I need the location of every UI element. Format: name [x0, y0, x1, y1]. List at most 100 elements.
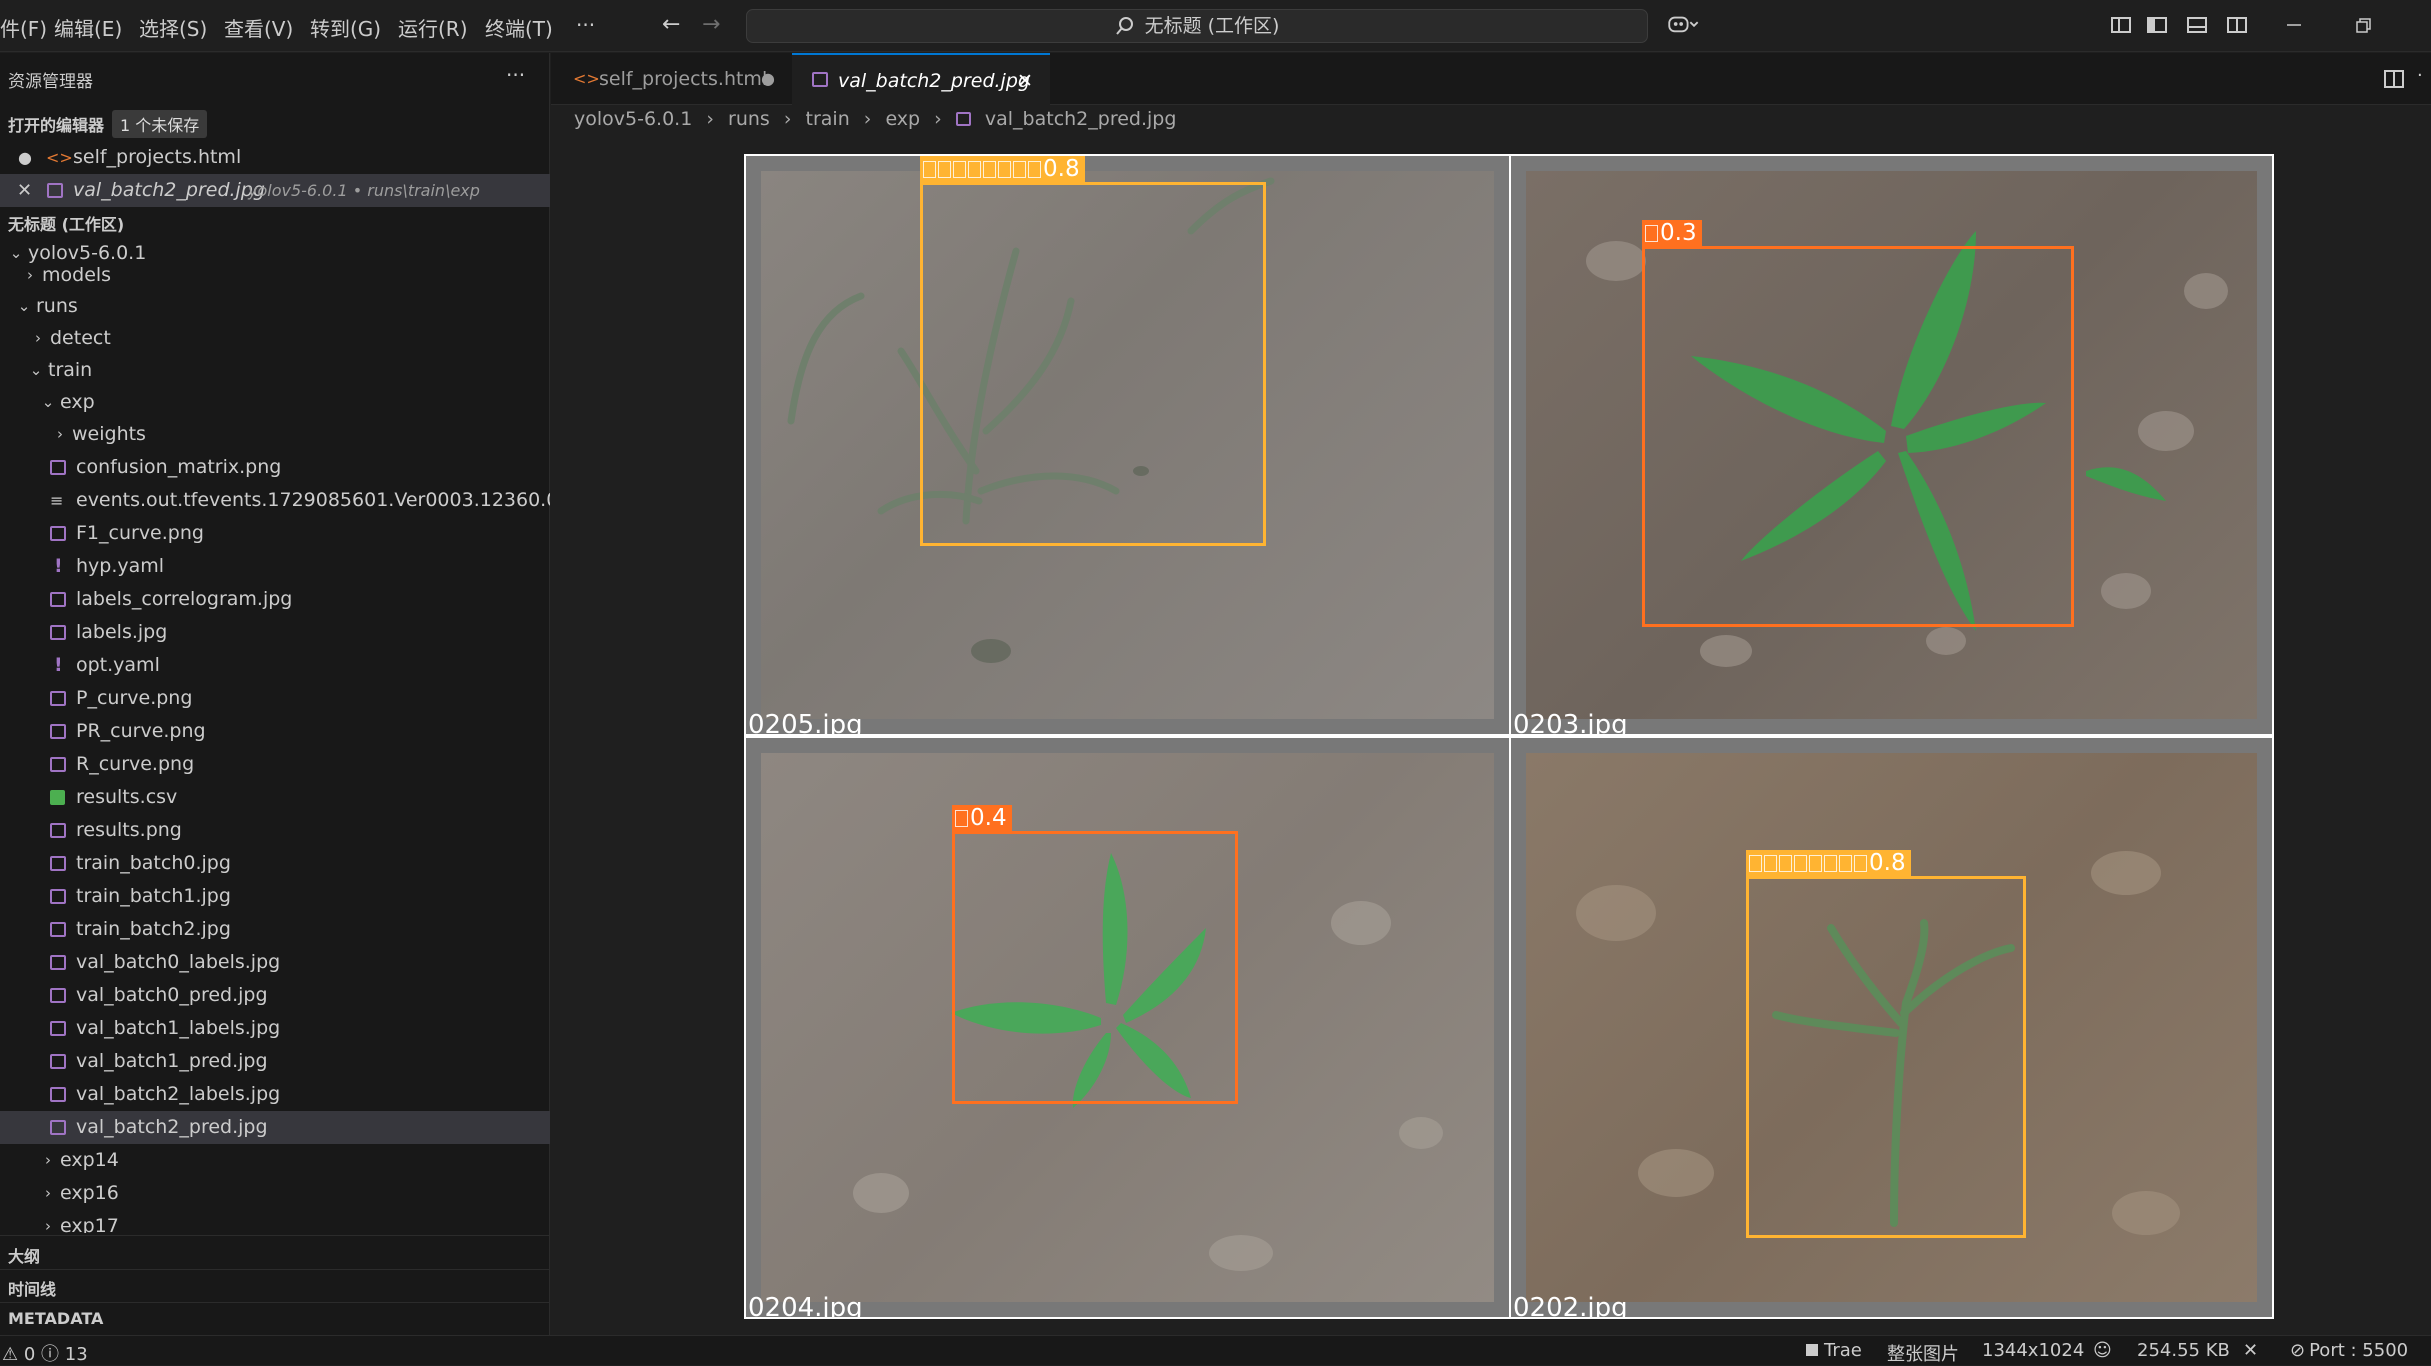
tree-folder[interactable]: › exp17 [0, 1210, 550, 1233]
toggle-panel-icon[interactable] [2186, 14, 2208, 36]
metadata-section[interactable]: METADATA [8, 1309, 103, 1328]
problems-indicator[interactable]: ⚠ 0 ⓘ 13 [2, 1340, 88, 1366]
restore-icon[interactable] [2352, 14, 2374, 36]
tree-folder[interactable]: ⌄ exp [0, 386, 550, 419]
tab-self-projects[interactable]: <> self_projects.html ● [551, 53, 791, 105]
tree-file[interactable]: val_batch1_labels.jpg [0, 1012, 550, 1045]
toggle-primary-sidebar-icon[interactable] [2146, 14, 2168, 36]
csv-file-icon [50, 790, 65, 805]
breadcrumb-item[interactable]: val_batch2_pred.jpg [985, 108, 1177, 130]
yaml-file-icon: ! [54, 654, 63, 676]
customize-layout-icon[interactable] [2110, 14, 2132, 36]
menu-selection[interactable]: 选择(S) [139, 13, 207, 42]
glyph-box [1794, 855, 1807, 872]
tree-folder[interactable]: › detect [0, 322, 550, 355]
zoom-mode[interactable]: 整张图片 [1887, 1340, 1959, 1366]
toggle-secondary-sidebar-icon[interactable] [2226, 14, 2248, 36]
tree-item-label: events.out.tfevents.1729085601.Ver0003.1… [76, 489, 550, 511]
tree-item-label: detect [50, 327, 111, 349]
tree-folder[interactable]: › weights [0, 418, 550, 451]
tree-file[interactable]: train_batch0.jpg [0, 847, 550, 880]
menu-edit[interactable]: 编辑(E) [54, 13, 122, 42]
tree-file[interactable]: train_batch1.jpg [0, 880, 550, 913]
copilot-icon[interactable] [1666, 13, 1700, 35]
forward-arrow-icon[interactable]: → [702, 12, 724, 37]
menu-run[interactable]: 运行(R) [398, 13, 468, 42]
tree-file[interactable]: val_batch0_labels.jpg [0, 946, 550, 979]
outline-section[interactable]: 大纲 [8, 1243, 40, 1267]
tree-item-label: runs [36, 295, 78, 317]
glyph-box [1854, 855, 1867, 872]
tree-file[interactable]: val_batch1_pred.jpg [0, 1045, 550, 1078]
menu-go[interactable]: 转到(G) [310, 13, 381, 42]
tree-file[interactable]: val_batch0_pred.jpg [0, 979, 550, 1012]
back-arrow-icon[interactable]: ← [662, 12, 684, 37]
breadcrumb-item[interactable]: yolov5-6.0.1 [574, 108, 692, 130]
no-entry-icon: ⊘ [2290, 1340, 2306, 1361]
glyph-box [953, 161, 966, 178]
tree-file[interactable]: labels_correlogram.jpg [0, 583, 550, 616]
image-preview[interactable]: 0.8 0205.jpg 0.3 0203.jpg 0.4 0204.jpg 0… [744, 154, 2274, 1319]
explorer-sidebar: 资源管理器 ··· 打开的编辑器 1 个未保存 ● <> self_project… [0, 53, 550, 1335]
breadcrumb-item[interactable]: runs [728, 108, 770, 130]
tree-file[interactable]: ≡ events.out.tfevents.1729085601.Ver0003.… [0, 484, 550, 517]
more-actions-icon[interactable]: · [2417, 65, 2423, 86]
tree-folder[interactable]: ⌄ runs [0, 290, 550, 323]
tree-folder[interactable]: › models [0, 259, 550, 292]
tab-val-batch2-pred[interactable]: val_batch2_pred.jpg ✕ [792, 53, 1050, 105]
tree-folder[interactable]: › exp16 [0, 1177, 550, 1210]
tree-file[interactable]: val_batch2_labels.jpg [0, 1078, 550, 1111]
minimize-icon[interactable] [2283, 14, 2305, 36]
tree-item-label: opt.yaml [76, 654, 160, 676]
detection-label: 0.8 [1746, 850, 1911, 876]
chevron-right-icon: › [934, 108, 942, 130]
tree-item-label: confusion_matrix.png [76, 456, 282, 478]
tree-file[interactable]: val_batch2_pred.jpg [0, 1111, 550, 1144]
unsaved-dot-icon[interactable]: ● [761, 53, 775, 105]
live-server-port[interactable]: ⊘ Port : 5500 [2290, 1340, 2408, 1361]
trae-indicator[interactable]: Trae [1806, 1340, 1862, 1361]
detection-label: 0.3 [1642, 220, 1702, 246]
confidence-value: 0.3 [1660, 220, 1697, 246]
tree-file[interactable]: confusion_matrix.png [0, 451, 550, 484]
tree-file[interactable]: ! opt.yaml [0, 649, 550, 682]
copilot-status-icon[interactable]: ☺ [2093, 1340, 2112, 1361]
html-file-icon: <> [573, 69, 600, 88]
command-center-search[interactable]: 无标题 (工作区) [746, 9, 1648, 43]
chevron-right-icon: › [45, 1184, 51, 1202]
mosaic-tile: 0.4 0204.jpg [746, 738, 1509, 1317]
tree-file[interactable]: P_curve.png [0, 682, 550, 715]
broadcast-icon[interactable]: ✕ [2243, 1340, 2258, 1361]
menu-terminal[interactable]: 终端(T) [485, 13, 553, 42]
tree-file[interactable]: results.png [0, 814, 550, 847]
timeline-section[interactable]: 时间线 [8, 1276, 56, 1300]
breadcrumb-item[interactable]: exp [885, 108, 920, 130]
image-file-icon [50, 922, 66, 937]
tree-file[interactable]: ! hyp.yaml [0, 550, 550, 583]
breadcrumb-item[interactable]: train [806, 108, 850, 130]
tree-folder[interactable]: ⌄ train [0, 354, 550, 387]
tree-file[interactable]: F1_curve.png [0, 517, 550, 550]
tree-item-label: results.png [76, 819, 182, 841]
tree-file[interactable]: R_curve.png [0, 748, 550, 781]
image-file-icon [50, 757, 66, 772]
split-editor-icon[interactable] [2383, 68, 2405, 90]
glyph-box [1779, 855, 1792, 872]
tree-file[interactable]: train_batch2.jpg [0, 913, 550, 946]
tree-file[interactable]: results.csv [0, 781, 550, 814]
tree-file[interactable]: PR_curve.png [0, 715, 550, 748]
detection-box [1642, 246, 2074, 627]
glyph-box [1749, 855, 1762, 872]
tree-item-label: hyp.yaml [76, 555, 165, 577]
tree-item-label: val_batch1_labels.jpg [76, 1017, 281, 1039]
tree-folder[interactable]: › exp14 [0, 1144, 550, 1177]
close-icon[interactable]: ✕ [1017, 55, 1033, 107]
tree-file[interactable]: labels.jpg [0, 616, 550, 649]
menu-more[interactable]: ··· [576, 13, 595, 37]
detection-label: 0.8 [920, 156, 1085, 182]
menu-view[interactable]: 查看(V) [224, 13, 293, 42]
image-file-icon [50, 1021, 66, 1036]
chevron-right-icon: › [35, 329, 41, 347]
chevron-down-icon: ⌄ [29, 361, 43, 379]
menu-file[interactable]: 件(F) [0, 13, 47, 42]
